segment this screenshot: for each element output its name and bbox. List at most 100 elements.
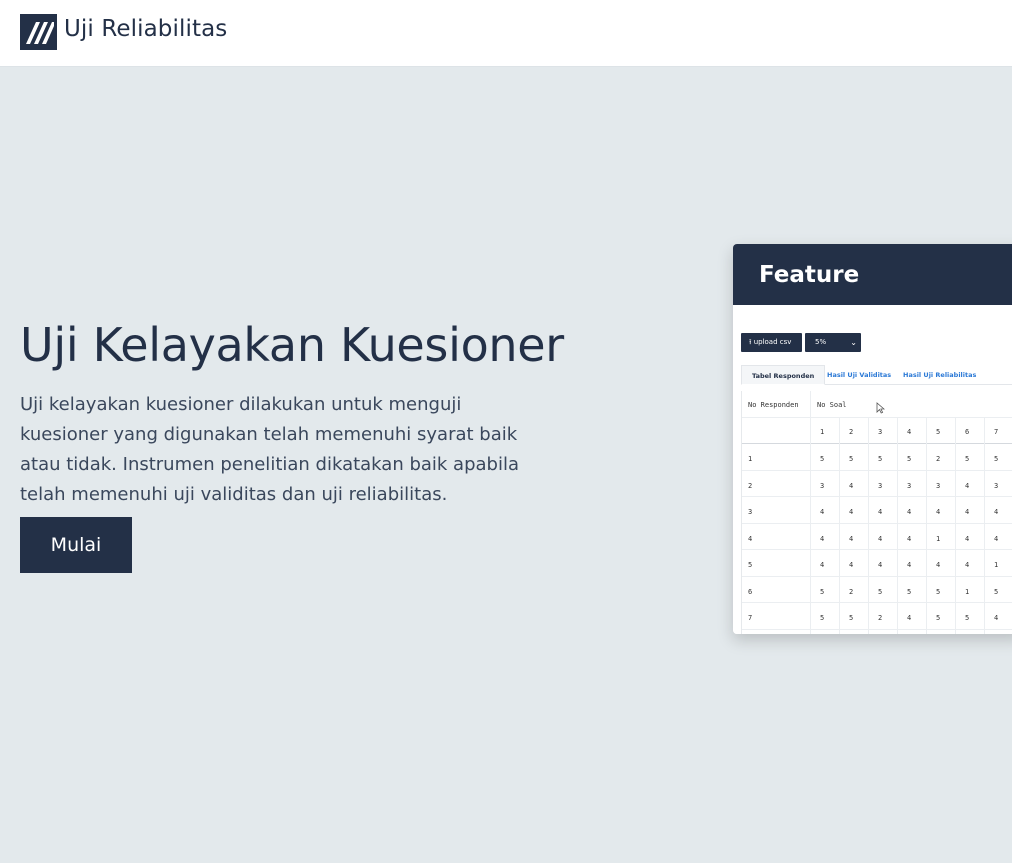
brand-name[interactable]: Uji Reliabilitas: [64, 16, 227, 42]
table-column-divider: [984, 417, 985, 634]
striped-logo-icon[interactable]: [20, 14, 57, 50]
logo-stripes: [26, 22, 54, 44]
table-column-divider: [868, 417, 869, 634]
respondent-number: 1: [748, 455, 753, 463]
table-row-divider: [742, 469, 1012, 471]
table-column-divider: [839, 417, 840, 634]
table-column-divider: [810, 391, 811, 634]
response-value: 4: [820, 508, 825, 516]
response-value: 4: [849, 534, 854, 543]
response-value: 4: [907, 561, 912, 569]
col-header-respondent: No Responden: [748, 401, 799, 409]
response-value: 2: [878, 614, 883, 622]
preview-upload-label: upload csv: [753, 338, 792, 346]
response-value: 4: [936, 561, 941, 569]
response-value: 4: [936, 508, 941, 516]
item-number: 5: [936, 428, 941, 436]
response-value: 4: [849, 481, 854, 490]
response-value: 5: [878, 455, 883, 463]
table-row-divider: [742, 522, 1012, 524]
table-row-divider: [742, 443, 1012, 444]
response-value: 5: [878, 587, 883, 596]
respondent-number: 2: [748, 481, 753, 490]
response-value: 3: [907, 481, 912, 490]
item-number: 6: [965, 428, 970, 436]
upload-icon: ⭱: [749, 338, 752, 346]
response-value: 5: [994, 587, 999, 596]
response-value: 5: [820, 614, 825, 622]
hero-title: Uji Kelayakan Kuesioner: [20, 318, 564, 372]
preview-tab-validitas: Hasil Uji Validitas: [827, 371, 892, 379]
response-value: 4: [965, 508, 970, 516]
response-value: 5: [936, 614, 941, 622]
response-value: 1: [965, 587, 970, 596]
item-number: 4: [907, 428, 912, 436]
response-value: 3: [994, 481, 999, 490]
response-value: 4: [907, 508, 912, 516]
response-value: 5: [907, 587, 912, 596]
respondent-number: 7: [748, 614, 753, 622]
response-value: 4: [965, 561, 970, 569]
chevron-down-icon: ⌄: [850, 338, 857, 347]
table-column-divider: [955, 417, 956, 634]
preview-tab-responden: Tabel Responden: [741, 365, 826, 385]
top-navbar: Uji Reliabilitas: [0, 0, 1012, 67]
response-value: 4: [965, 481, 970, 490]
response-value: 2: [936, 455, 941, 463]
response-value: 5: [907, 455, 912, 463]
item-number: 2: [849, 428, 854, 436]
table-row-divider: [742, 628, 1012, 630]
response-value: 5: [965, 614, 970, 622]
response-value: 5: [994, 455, 999, 463]
response-value: 4: [849, 508, 854, 516]
item-number: 7: [994, 428, 999, 436]
preview-table: No Responden No Soal 1 2 3 4 5 6 7 1 5 5 5 5 2 5 5 2 3 4 3 3 3…: [741, 391, 1012, 634]
response-value: 4: [878, 508, 883, 516]
response-value: 4: [849, 561, 854, 569]
feature-card: Feature ⭱ upload csv 5% ⌄ Tabel Responde…: [733, 244, 1012, 634]
respondent-number: 6: [748, 587, 753, 596]
table-row-divider: [742, 549, 1012, 550]
response-value: 5: [965, 455, 970, 463]
response-value: 4: [994, 534, 999, 543]
item-number: 3: [878, 428, 883, 436]
start-button[interactable]: Mulai: [20, 517, 132, 573]
mouse-cursor-icon: [876, 402, 885, 414]
response-value: 5: [849, 614, 854, 622]
response-value: 4: [994, 614, 999, 622]
response-value: 3: [820, 481, 825, 490]
preview-select-value: 5%: [815, 338, 827, 346]
response-value: 2: [849, 587, 854, 596]
hero-description: Uji kelayakan kuesioner dilakukan untuk …: [20, 394, 519, 505]
preview-tab-reliabilitas: Hasil Uji Reliabilitas: [903, 371, 977, 379]
response-value: 4: [820, 534, 825, 543]
response-value: 4: [994, 508, 999, 516]
table-row-divider: [742, 417, 1012, 418]
response-value: 5: [820, 587, 825, 596]
response-value: 4: [878, 561, 883, 569]
feature-heading: Feature: [733, 244, 1012, 305]
response-value: 4: [965, 534, 970, 543]
table-column-divider: [897, 417, 898, 634]
response-value: 5: [936, 587, 941, 596]
response-value: 5: [820, 455, 825, 463]
preview-tabs: Tabel Responden Hasil Uji Validitas Hasi…: [741, 365, 1012, 385]
response-value: 3: [878, 481, 883, 490]
feature-preview-screenshot: ⭱ upload csv 5% ⌄ Tabel Responden Hasil …: [733, 305, 1012, 634]
response-value: 1: [936, 534, 941, 543]
table-column-divider: [926, 417, 927, 634]
response-value: 5: [849, 455, 854, 463]
response-value: 1: [994, 561, 999, 569]
table-row-divider: [742, 496, 1012, 497]
item-number: 1: [820, 428, 825, 436]
response-value: 3: [936, 481, 941, 490]
preview-alpha-select: 5% ⌄: [805, 333, 861, 352]
preview-upload-button: ⭱ upload csv: [741, 333, 802, 352]
response-value: 4: [907, 534, 912, 543]
table-row-divider: [742, 575, 1012, 577]
table-row-divider: [742, 602, 1012, 603]
respondent-number: 5: [748, 561, 753, 569]
response-value: 4: [878, 534, 883, 543]
respondent-number: 4: [748, 534, 753, 543]
col-header-items: No Soal: [817, 401, 847, 409]
